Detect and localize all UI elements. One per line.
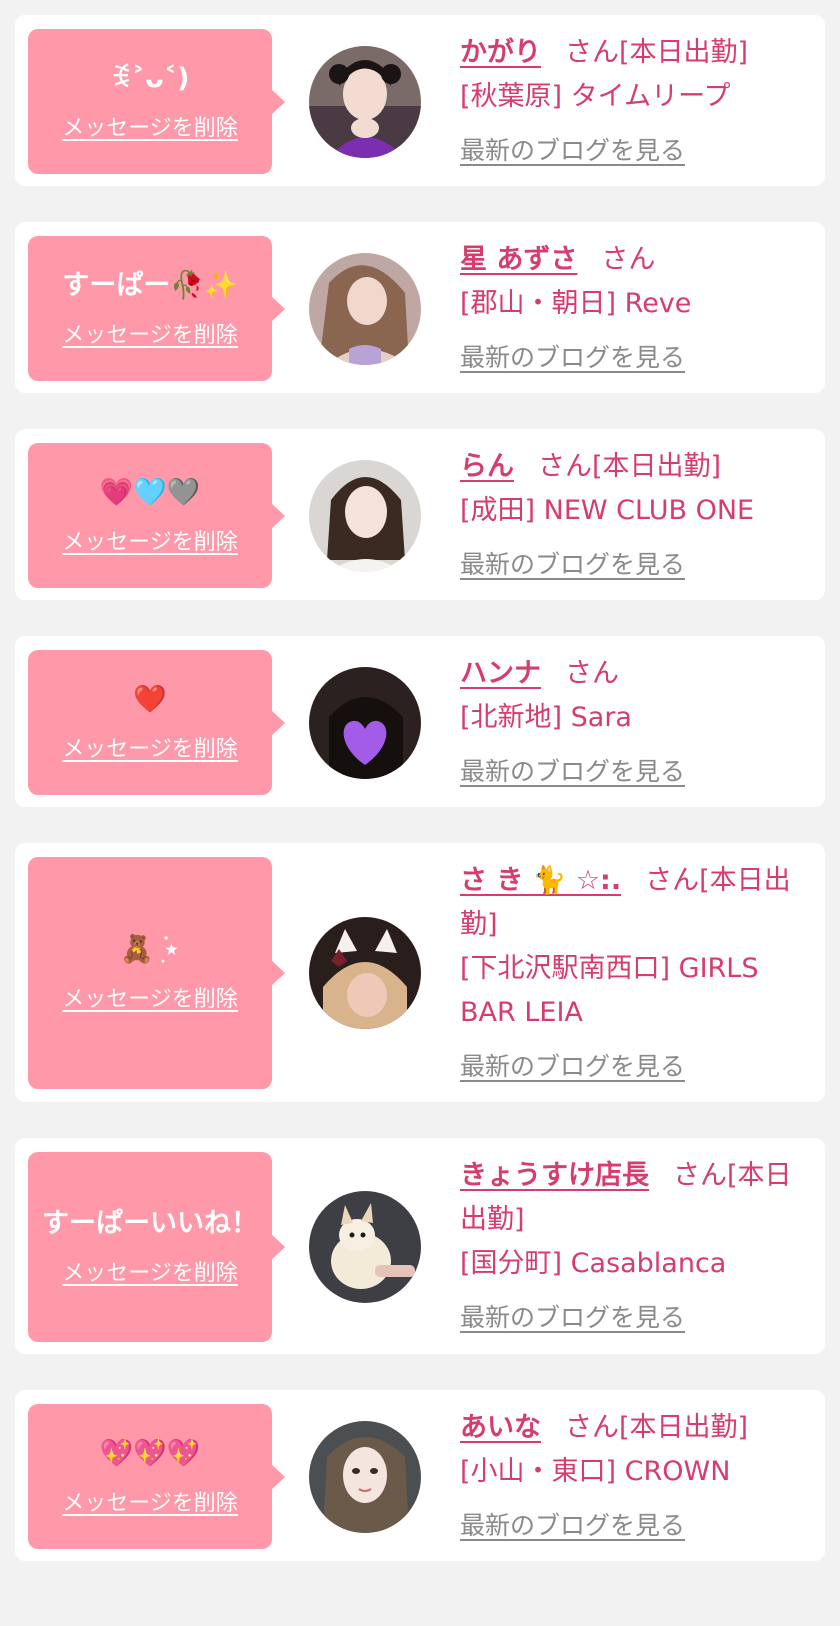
list-item: すーぱー🥀✨ メッセージを削除 星 あずさ さん [郡山・朝日] Reve 最新の… [15,222,825,393]
latest-blog-link[interactable]: 最新のブログを見る [460,1047,685,1083]
message-list: ꉂ˃ᴗ˂) メッセージを削除 かがり さん[本日出勤] [秋葉原] タイムリープ … [0,0,840,1561]
message-bubble: 💖💖💖 メッセージを削除 [28,1404,285,1549]
honorific-label: さん [673,1160,727,1191]
avatar-photo-icon [309,667,421,779]
list-item: ꉂ˃ᴗ˂) メッセージを削除 かがり さん[本日出勤] [秋葉原] タイムリープ … [15,15,825,186]
cast-name-link[interactable]: あいな [460,1412,541,1443]
delete-message-link[interactable]: メッセージを削除 [62,1485,238,1517]
cast-name-link[interactable]: 星 あずさ [460,244,577,275]
list-item: ❤️ メッセージを削除 ハンナ さん [北新地] Sara 最新のブログを見る [15,636,825,807]
latest-blog-link[interactable]: 最新のブログを見る [460,545,685,581]
shop-label: [北新地] Sara [460,702,632,733]
cast-info: 星 あずさ さん [郡山・朝日] Reve 最新のブログを見る [460,238,815,374]
message-bubble: 🧸ִ ࣪⋆ メッセージを削除 [28,857,285,1089]
cast-info: らん さん[本日出勤] [成田] NEW CLUB ONE 最新のブログを見る [460,445,815,581]
shop-label: [成田] NEW CLUB ONE [460,495,755,526]
message-text: ❤️ [133,683,167,715]
avatar[interactable] [309,1191,421,1303]
status-label: [本日出勤] [592,451,722,482]
list-item: すーぱーいいね！ メッセージを削除 きょうすけ店長 さん[本日出勤] [国分町] … [15,1138,825,1354]
shop-label: [国分町] Casablanca [460,1248,727,1279]
message-bubble: すーぱーいいね！ メッセージを削除 [28,1152,285,1342]
honorific-label: さん [565,658,619,689]
cast-name-link[interactable]: さ き 🐈 ☆:. [460,865,621,896]
latest-blog-link[interactable]: 最新のブログを見る [460,338,685,374]
delete-message-link[interactable]: メッセージを削除 [62,110,238,142]
message-bubble: ❤️ メッセージを削除 [28,650,285,795]
cast-info: さ き 🐈 ☆:. さん[本日出勤] [下北沢駅南西口] GIRLS BAR LE… [460,859,815,1083]
latest-blog-link[interactable]: 最新のブログを見る [460,752,685,788]
avatar[interactable] [309,667,421,779]
avatar[interactable] [309,253,421,365]
cast-info: かがり さん[本日出勤] [秋葉原] タイムリープ 最新のブログを見る [460,31,815,167]
latest-blog-link[interactable]: 最新のブログを見る [460,1298,685,1334]
message-text: ꉂ˃ᴗ˂) [110,62,190,94]
cast-name-link[interactable]: かがり [460,37,541,68]
delete-message-link[interactable]: メッセージを削除 [62,731,238,763]
cast-name-link[interactable]: ハンナ [460,658,541,689]
message-bubble: すーぱー🥀✨ メッセージを削除 [28,236,285,381]
avatar[interactable] [309,460,421,572]
status-label: [本日出勤] [619,37,749,68]
latest-blog-link[interactable]: 最新のブログを見る [460,1506,685,1542]
avatar[interactable] [309,1421,421,1533]
honorific-label: さん [565,37,619,68]
delete-message-link[interactable]: メッセージを削除 [62,317,238,349]
delete-message-link[interactable]: メッセージを削除 [62,524,238,556]
avatar-photo-icon [309,460,421,572]
cast-name-link[interactable]: らん [460,451,514,482]
avatar[interactable] [309,46,421,158]
message-text: すーぱーいいね！ [42,1208,258,1239]
shop-label: [郡山・朝日] Reve [460,288,692,319]
message-text: 🧸ִ ࣪⋆ [120,934,180,965]
list-item: 🧸ִ ࣪⋆ メッセージを削除 さ き 🐈 ☆:. さん[本日出勤] [下北沢駅南西… [15,843,825,1102]
list-item: 💗🩵🩶 メッセージを削除 らん さん[本日出勤] [成田] NEW CLUB ON… [15,429,825,600]
message-text: 💖💖💖 [99,1437,201,1469]
honorific-label: さん [565,1412,619,1443]
list-item: 💖💖💖 メッセージを削除 あいな さん[本日出勤] [小山・東口] CROWN 最… [15,1390,825,1561]
shop-label: [小山・東口] CROWN [460,1456,731,1487]
honorific-label: さん [645,865,700,896]
message-bubble: 💗🩵🩶 メッセージを削除 [28,443,285,588]
cast-info: あいな さん[本日出勤] [小山・東口] CROWN 最新のブログを見る [460,1406,815,1542]
honorific-label: さん [538,451,592,482]
avatar-photo-icon [309,253,421,365]
avatar[interactable] [309,917,421,1029]
delete-message-link[interactable]: メッセージを削除 [62,981,238,1013]
cast-info: きょうすけ店長 さん[本日出勤] [国分町] Casablanca 最新のブログを… [460,1154,815,1334]
shop-label: [秋葉原] タイムリープ [460,81,731,112]
status-label: [本日出勤] [619,1412,749,1443]
cast-name-link[interactable]: きょうすけ店長 [460,1160,649,1191]
honorific-label: さん [601,244,656,275]
avatar-photo-icon [309,1191,421,1303]
avatar-photo-icon [309,1421,421,1533]
message-bubble: ꉂ˃ᴗ˂) メッセージを削除 [28,29,285,174]
latest-blog-link[interactable]: 最新のブログを見る [460,131,685,167]
shop-label: [下北沢駅南西口] GIRLS BAR LEIA [460,953,759,1028]
message-text: すーぱー🥀✨ [62,269,238,301]
avatar-photo-icon [309,46,421,158]
message-text: 💗🩵🩶 [99,476,201,508]
delete-message-link[interactable]: メッセージを削除 [62,1255,238,1287]
avatar-photo-icon [309,917,421,1029]
cast-info: ハンナ さん [北新地] Sara 最新のブログを見る [460,652,815,788]
